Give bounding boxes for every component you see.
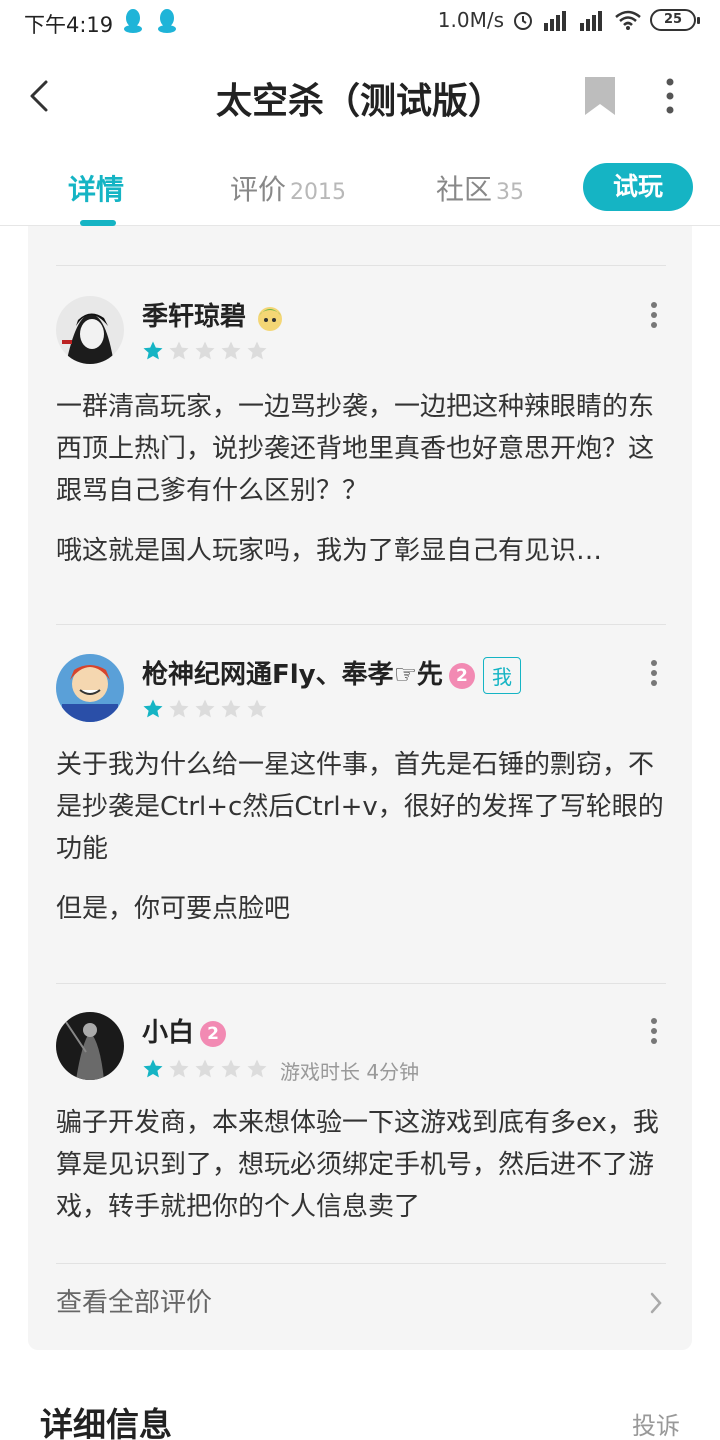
review-text: 但是，你可要点脸吧 (56, 894, 291, 924)
tab-bar: 详情 评价 2015 社区 35 试玩 (0, 148, 720, 226)
wifi-icon (615, 10, 641, 30)
star-empty-icon (221, 341, 241, 360)
review-text-truncated: 哦这就是国人玩家吗，我为了彰显自己有见识… (56, 536, 603, 566)
status-time: 下午4:19 (24, 13, 114, 37)
status-bar: 下午4:19 1.0M/s 25 (0, 0, 720, 44)
tab-label: 详情 (68, 173, 125, 206)
more-vertical-icon[interactable] (644, 300, 664, 330)
star-filled-icon (143, 341, 163, 360)
review-text: 一群清高玩家，一边骂抄袭，一边把这种辣眼睛的东西顶上热门，说抄袭还背地里真香也好… (56, 392, 655, 506)
more-vertical-icon[interactable] (644, 658, 664, 688)
me-tag: 我 (482, 657, 521, 694)
divider (56, 1263, 666, 1264)
reviewer-name[interactable]: 小白 2 (142, 1012, 227, 1049)
app-header: 太空杀（测试版） (0, 44, 720, 148)
reviewer-name-text: 季轩琼碧 (142, 302, 247, 332)
tab-label: 评价 (230, 173, 287, 206)
divider (56, 983, 666, 984)
more-vertical-icon[interactable] (656, 74, 684, 118)
bookmark-icon[interactable] (582, 74, 618, 118)
character-badge-icon (258, 306, 283, 331)
play-time: 游戏时长 4分钟 (280, 1060, 420, 1084)
qq-notification-icon (158, 9, 176, 33)
reviewer-name-text: 小白 (142, 1018, 195, 1048)
level-badge: 2 (200, 1020, 227, 1047)
section-title-details: 详细信息 (40, 1405, 172, 1440)
signal-icon (580, 11, 602, 31)
tab-label: 社区 (436, 173, 493, 206)
try-play-button[interactable]: 试玩 (583, 163, 693, 211)
review-text: 骗子开发商，本来想体验一下这游戏到底有多ex，我算是见识到了，想玩必须绑定手机号… (56, 1108, 659, 1222)
reviews-card: 季轩琼碧 一群清高玩家，一边骂抄袭，一边把这种辣眼睛的东西顶上热门，说抄袭还背地… (28, 226, 692, 1350)
avatar[interactable] (56, 296, 124, 364)
star-empty-icon (169, 1059, 189, 1078)
star-empty-icon (221, 1059, 241, 1078)
report-link[interactable]: 投诉 (632, 1406, 680, 1440)
star-filled-icon (143, 699, 163, 718)
star-empty-icon (195, 699, 215, 718)
divider (56, 265, 666, 266)
status-right: 1.0M/s 25 (437, 8, 700, 32)
qq-notification-icon (124, 9, 142, 33)
signal-icon (544, 11, 566, 31)
star-empty-icon (247, 341, 267, 360)
rating-stars (142, 698, 268, 720)
reviewer-name-text: 枪神纪网通Fly、奉孝☞先 (142, 660, 443, 690)
alarm-icon (514, 12, 532, 30)
avatar[interactable] (56, 654, 124, 722)
rating-stars (142, 1058, 268, 1080)
network-speed: 1.0M/s (437, 8, 504, 32)
star-empty-icon (221, 699, 241, 718)
star-empty-icon (247, 1059, 267, 1078)
star-empty-icon (195, 1059, 215, 1078)
battery-icon: 25 (650, 9, 700, 31)
star-filled-icon (143, 1059, 163, 1078)
tab-community[interactable]: 社区 35 (436, 168, 524, 208)
reviewer-name[interactable]: 季轩琼碧 (142, 296, 285, 333)
more-vertical-icon[interactable] (644, 1016, 664, 1046)
level-badge: 2 (448, 662, 475, 689)
avatar[interactable] (56, 1012, 124, 1080)
star-empty-icon (169, 341, 189, 360)
view-all-reviews-link[interactable]: 查看全部评价 (56, 1282, 212, 1319)
star-empty-icon (169, 699, 189, 718)
tab-reviews[interactable]: 评价 2015 (230, 168, 346, 208)
divider (56, 624, 666, 625)
tab-count: 2015 (290, 180, 347, 205)
chevron-right-icon[interactable] (648, 1290, 664, 1316)
review-text: 关于我为什么给一星这件事，首先是石锤的剽窃，不是抄袭是Ctrl+c然后Ctrl+… (56, 750, 664, 864)
reviewer-name[interactable]: 枪神纪网通Fly、奉孝☞先 2 我 (142, 654, 521, 694)
rating-stars (142, 340, 268, 362)
star-empty-icon (247, 699, 267, 718)
tab-count: 35 (496, 180, 525, 205)
star-empty-icon (195, 341, 215, 360)
tab-details[interactable]: 详情 (68, 168, 124, 208)
